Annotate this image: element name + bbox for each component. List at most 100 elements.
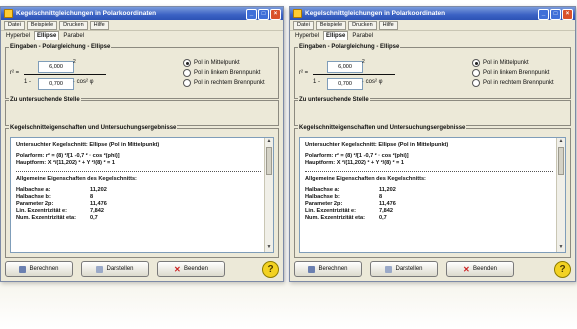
menu-beispiele[interactable]: Beispiele (26, 20, 58, 30)
property-row: Num. Exzentrizität eta: 0,7 (16, 215, 261, 222)
results-text[interactable]: Untersuchter Kegelschnitt: Ellipse (Pol … (10, 137, 274, 253)
numerator-input[interactable] (327, 61, 363, 73)
help-icon[interactable]: ? (262, 260, 279, 278)
menu-bar: Datei Beispiele Drucken Hilfe (1, 20, 283, 31)
scroll-thumb[interactable] (558, 147, 564, 175)
result-line: Polarform: r² = (8) ²/[1 -0,7 ² · cos ²(… (305, 153, 409, 159)
menu-drucken[interactable]: Drucken (59, 20, 88, 30)
denominator-prefix: 1 - (24, 79, 32, 85)
pole-option-center[interactable]: Pol in Mittelpunkt (183, 58, 265, 68)
point-group-title: Zu untersuchende Stelle (298, 97, 370, 103)
denominator-suffix: · cos² φ (362, 79, 383, 85)
scroll-up-icon[interactable]: ▲ (265, 138, 273, 146)
pole-options: Pol in Mittelpunkt Pol in linkem Brennpu… (472, 58, 554, 88)
display-label: Darstellen (106, 266, 134, 272)
results-text[interactable]: Untersuchter Kegelschnitt: Ellipse (Pol … (299, 137, 566, 253)
input-group-title: Eingaben - Polargleichung - Ellipse (298, 44, 401, 50)
radio-icon[interactable] (472, 79, 480, 87)
polar-formula: r² = 2 1 - · cos² φ (299, 57, 409, 95)
numerator-exponent: 2 (362, 59, 365, 65)
radio-icon[interactable] (183, 69, 191, 77)
calculator-icon (308, 265, 316, 273)
exit-button[interactable]: ✕ Beenden (446, 261, 514, 277)
pole-option-label: Pol in rechtem Brennpunkt (194, 80, 265, 86)
tab-hyperbel[interactable]: Hyperbel (4, 32, 32, 40)
property-value: 11,202 (379, 187, 396, 193)
display-button[interactable]: Darstellen (370, 261, 438, 277)
display-button[interactable]: Darstellen (81, 261, 149, 277)
scroll-thumb[interactable] (266, 147, 272, 175)
exit-label: Beenden (472, 266, 498, 272)
property-key: Halbachse a: (305, 187, 340, 193)
scroll-down-icon[interactable]: ▼ (557, 244, 565, 252)
menu-hilfe[interactable]: Hilfe (89, 20, 109, 30)
tab-bar: Hyperbel Ellipse Parabel (290, 31, 575, 40)
pole-option-left-focus[interactable]: Pol in linkem Brennpunkt (183, 68, 265, 78)
tab-hyperbel[interactable]: Hyperbel (293, 32, 321, 40)
menu-hilfe[interactable]: Hilfe (378, 20, 398, 30)
result-line: Untersuchter Kegelschnitt: Ellipse (Pol … (16, 142, 160, 148)
property-key: Lin. Exzentrizität e: (16, 208, 67, 214)
radio-icon[interactable] (472, 59, 480, 67)
title-bar[interactable]: Kegelschnittgleichungen in Polarkoordina… (1, 7, 283, 20)
menu-beispiele[interactable]: Beispiele (315, 20, 347, 30)
property-value: 11,476 (379, 201, 396, 207)
pole-option-label: Pol in linkem Brennpunkt (194, 70, 261, 76)
tab-ellipse[interactable]: Ellipse (34, 31, 60, 40)
pole-option-right-focus[interactable]: Pol in rechtem Brennpunkt (472, 78, 554, 88)
input-group-title: Eingaben - Polargleichung - Ellipse (9, 44, 112, 50)
maximize-icon[interactable]: □ (258, 9, 269, 20)
close-icon[interactable]: × (562, 9, 573, 20)
eccentricity-input[interactable] (38, 78, 74, 90)
help-icon[interactable]: ? (554, 260, 571, 278)
pole-option-label: Pol in Mittelpunkt (194, 60, 240, 66)
numerator-input[interactable] (38, 61, 74, 73)
main-window: Kegelschnittgleichungen in Polarkoordina… (0, 6, 284, 282)
property-row: Num. Exzentrizität eta: 0,7 (305, 215, 553, 222)
point-group-title: Zu untersuchende Stelle (9, 97, 81, 103)
property-key: Parameter 2p: (305, 201, 343, 207)
minimize-icon[interactable]: _ (538, 9, 549, 20)
property-value: 8 (379, 194, 383, 200)
property-value: 11,202 (90, 187, 107, 193)
tab-parabel[interactable]: Parabel (350, 32, 375, 40)
property-key: Halbachse b: (305, 194, 340, 200)
scroll-up-icon[interactable]: ▲ (557, 138, 565, 146)
results-group-title: Kegelschnitteigenschaften und Untersuchu… (9, 125, 178, 131)
results-scrollbar[interactable]: ▲ ▼ (556, 138, 565, 252)
denominator-suffix: · cos² φ (73, 79, 94, 85)
exit-button[interactable]: ✕ Beenden (157, 261, 225, 277)
close-icon[interactable]: × (270, 9, 281, 20)
eccentricity-input[interactable] (327, 78, 363, 90)
scroll-down-icon[interactable]: ▼ (265, 244, 273, 252)
polar-formula: r² = 2 1 - · cos² φ (10, 57, 120, 95)
separator (16, 171, 261, 172)
title-bar[interactable]: Kegelschnittgleichungen in Polarkoordina… (290, 7, 575, 20)
menu-datei[interactable]: Datei (293, 20, 314, 30)
pole-option-right-focus[interactable]: Pol in rechtem Brennpunkt (183, 78, 265, 88)
property-row: Parameter 2p: 11,476 (305, 201, 553, 208)
fraction-line (24, 74, 106, 75)
radio-icon[interactable] (472, 69, 480, 77)
point-group: Zu untersuchende Stelle (294, 97, 571, 126)
pole-option-center[interactable]: Pol in Mittelpunkt (472, 58, 554, 68)
compute-button[interactable]: Berechnen (5, 261, 73, 277)
tab-ellipse[interactable]: Ellipse (323, 31, 349, 40)
window-controls: _ □ × (538, 9, 573, 20)
pole-option-left-focus[interactable]: Pol in linkem Brennpunkt (472, 68, 554, 78)
app-icon (293, 9, 302, 18)
property-row: Lin. Exzentrizität e: 7,842 (305, 208, 553, 215)
menu-datei[interactable]: Datei (4, 20, 25, 30)
compute-button[interactable]: Berechnen (294, 261, 362, 277)
radio-icon[interactable] (183, 79, 191, 87)
menu-drucken[interactable]: Drucken (348, 20, 377, 30)
tab-parabel[interactable]: Parabel (61, 32, 86, 40)
results-scrollbar[interactable]: ▲ ▼ (264, 138, 273, 252)
property-row: Lin. Exzentrizität e: 7,842 (16, 208, 261, 215)
minimize-icon[interactable]: _ (246, 9, 257, 20)
property-value: 0,7 (90, 215, 98, 221)
property-value: 7,842 (90, 208, 104, 214)
radio-icon[interactable] (183, 59, 191, 67)
maximize-icon[interactable]: □ (550, 9, 561, 20)
properties-heading: Allgemeine Eigenschaften des Kegelschnit… (305, 176, 426, 182)
